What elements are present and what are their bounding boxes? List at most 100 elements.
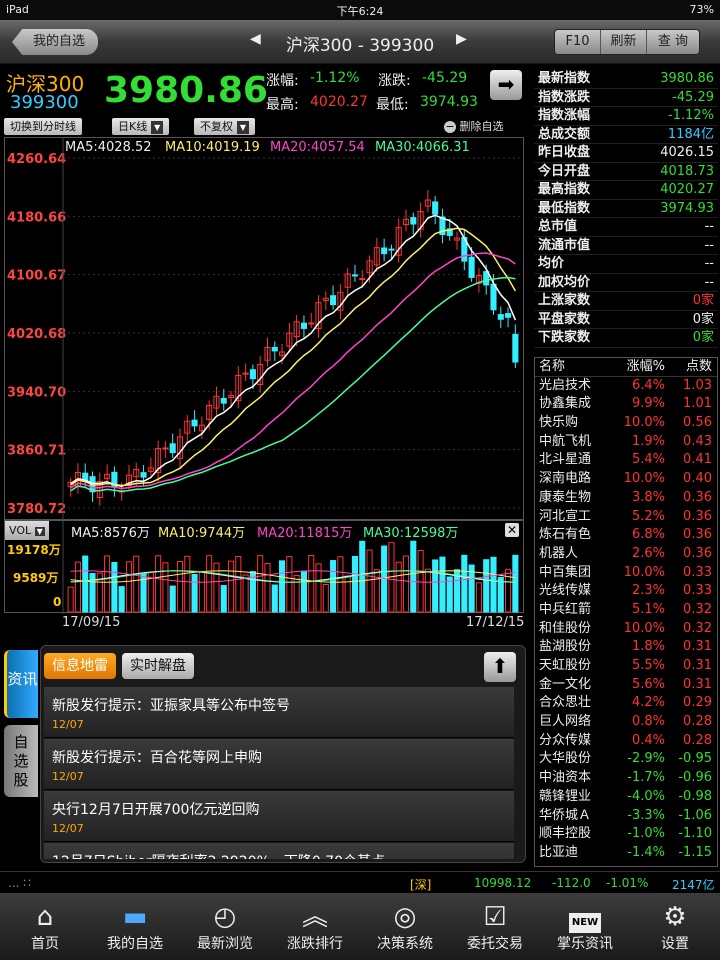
tab-watchlist[interactable]: 自选股	[4, 725, 38, 797]
list-item[interactable]: 巨人网络 0.8% 0.28	[535, 713, 717, 732]
query-button[interactable]: 查 询	[647, 30, 699, 54]
list-item[interactable]: 中百集团 10.0% 0.33	[535, 564, 717, 583]
list-item[interactable]: 光启技术 6.4% 1.03	[535, 377, 717, 396]
stat-value: -1.12%	[668, 108, 714, 123]
vol-ma20-legend: MA20:11815万	[257, 526, 353, 541]
list-item[interactable]: 和佳股份 10.0% 0.32	[535, 620, 717, 639]
remove-watchlist-button[interactable]: − 删除自选	[444, 118, 504, 134]
list-item[interactable]: 光线传媒 2.3% 0.33	[535, 582, 717, 601]
stat-row: 指数涨幅 -1.12%	[534, 107, 718, 126]
stock-name: 河北宣工	[539, 508, 592, 524]
adjust-select[interactable]: 不复权 ▼	[194, 118, 255, 135]
status-bar: iPad 下午6:24 73%	[0, 0, 720, 20]
nav-bar: 我的自选 ◀ 沪深300 - 399300 ▶ F10 刷新 查 询	[0, 20, 720, 64]
volume-bar	[432, 559, 439, 613]
stat-row: 指数涨跌 -45.29	[534, 89, 718, 107]
stat-row: 加权均价 --	[534, 274, 718, 292]
tab-info-mine[interactable]: 信息地雷	[44, 653, 116, 679]
list-item[interactable]: 炼石有色 6.8% 0.36	[535, 526, 717, 545]
scroll-top-button[interactable]: ⬆	[484, 652, 516, 682]
list-item[interactable]: 盐湖股份 1.8% 0.31	[535, 638, 717, 657]
next-stock-icon[interactable]: ▶	[456, 31, 467, 47]
volume-bar	[490, 556, 497, 613]
change-label: 涨跌:	[378, 73, 411, 89]
list-item[interactable]: 协鑫集成 9.9% 1.01	[535, 395, 717, 414]
tab-settings[interactable]: ⚙ 设置	[630, 893, 720, 960]
stat-label: 今日开盘	[538, 163, 591, 179]
list-item[interactable]: 河北宣工 5.2% 0.36	[535, 508, 717, 527]
news-item[interactable]: 12月7日Shibor隔夜利率2.2920%，下降0.70个基点	[44, 843, 514, 859]
expand-arrow-button[interactable]: ➡	[490, 70, 522, 100]
list-item[interactable]: 赣锋锂业 -4.0% -0.98	[535, 788, 717, 807]
stock-points: 0.36	[683, 508, 712, 524]
period-select[interactable]: 日K线 ▼	[112, 118, 170, 135]
list-item[interactable]: 康泰生物 3.8% 0.36	[535, 489, 717, 508]
drag-handle-icon[interactable]: ... ∷	[8, 876, 31, 890]
tab-decision[interactable]: ◎ 决策系统	[360, 893, 450, 960]
list-item[interactable]: 中航飞机 1.9% 0.43	[535, 433, 717, 452]
news-item[interactable]: 新股发行提示：亚振家具等公布中签号 12/07	[44, 687, 514, 738]
candle-body	[381, 247, 388, 255]
news-item[interactable]: 新股发行提示：百合花等网上申购 12/07	[44, 739, 514, 790]
volume-indicator-select[interactable]: VOL ▼	[5, 521, 49, 540]
tab-info[interactable]: NEW 掌乐资讯	[540, 893, 630, 960]
news-item[interactable]: 央行12月7日开展700亿元逆回购 12/07	[44, 791, 514, 842]
list-item[interactable]: 中油资本 -1.7% -0.96	[535, 769, 717, 788]
tab-label: 涨跌排行	[287, 936, 343, 952]
list-item[interactable]: 大华股份 -2.9% -0.95	[535, 750, 717, 769]
switch-intraday-button[interactable]: 切换到分时线	[4, 118, 82, 135]
list-item[interactable]: 天虹股份 5.5% 0.31	[535, 657, 717, 676]
new-badge-icon: NEW	[540, 901, 630, 933]
volume-y-zero: 0	[53, 595, 62, 609]
tab-my-watchlist[interactable]: ▬ 我的自选	[90, 893, 180, 960]
stock-points: 0.28	[683, 732, 712, 748]
list-item[interactable]: 华侨城Ａ -3.3% -1.06	[535, 807, 717, 826]
list-item[interactable]: 北斗星通 5.4% 0.41	[535, 451, 717, 470]
stock-points: 0.33	[683, 583, 712, 599]
volume-bar	[373, 569, 380, 613]
ticker-index: 10998.12	[474, 876, 532, 890]
list-item[interactable]: 分众传媒 0.4% 0.28	[535, 732, 717, 751]
checkbox-icon: ☑	[483, 902, 507, 932]
candle-body	[490, 283, 497, 311]
stat-row: 总市值 --	[534, 218, 718, 237]
news-date: 12/07	[52, 718, 84, 731]
stat-label: 最新指数	[538, 71, 591, 86]
volume-bar	[176, 560, 184, 613]
stat-value: --	[704, 274, 714, 290]
close-icon[interactable]: ✕	[505, 523, 519, 537]
ticker-market: [深]	[410, 878, 432, 892]
stat-row: 昨日收盘 4026.15	[534, 144, 718, 163]
stock-name: 顺丰控股	[539, 826, 592, 842]
tab-news[interactable]: 资讯	[4, 650, 38, 718]
stock-pct: 6.4%	[631, 377, 665, 393]
stock-pct: -4.0%	[627, 788, 665, 804]
clock-icon: ◴	[213, 902, 237, 932]
list-item[interactable]: 机器人 2.6% 0.36	[535, 545, 717, 564]
list-item[interactable]: 中兵红箭 5.1% 0.32	[535, 601, 717, 620]
volume-chart[interactable]: VOL ▼ MA5:8576万 MA10:9744万 MA20:11815万 M…	[4, 520, 524, 614]
tab-recent[interactable]: ◴ 最新浏览	[180, 893, 270, 960]
tab-live-commentary[interactable]: 实时解盘	[122, 653, 194, 679]
list-item[interactable]: 比亚迪 -1.4% -1.15	[535, 844, 717, 863]
list-item[interactable]: 合众思壮 4.2% 0.29	[535, 694, 717, 713]
list-item[interactable]: 深南电路 10.0% 0.40	[535, 470, 717, 489]
refresh-button[interactable]: 刷新	[601, 30, 647, 54]
list-item[interactable]: 快乐购 10.0% 0.56	[535, 414, 717, 433]
chevron-down-icon: ▼	[34, 527, 45, 536]
tab-label: 设置	[661, 936, 689, 952]
volume-y-mid: 9589万	[13, 571, 59, 585]
volume-bar	[89, 572, 96, 613]
battery-level: 73%	[689, 3, 714, 16]
list-item[interactable]: 顺丰控股 -1.0% -1.10	[535, 825, 717, 844]
tab-ranking[interactable]: ︽ 涨跌排行	[270, 893, 360, 960]
stock-name: 炼石有色	[539, 527, 592, 543]
list-item[interactable]: 金一文化 5.6% 0.31	[535, 676, 717, 695]
stock-pct: 10.0%	[623, 564, 665, 580]
tab-home[interactable]: ⌂ 首页	[0, 893, 90, 960]
kline-chart[interactable]: 4260.64 4180.66 4100.67 4020.68 3940.70 3860.…	[4, 137, 524, 521]
volume-bar	[155, 555, 162, 613]
f10-button[interactable]: F10	[555, 30, 601, 54]
tab-trade[interactable]: ☑ 委托交易	[450, 893, 540, 960]
stock-name: 盐湖股份	[539, 639, 592, 655]
